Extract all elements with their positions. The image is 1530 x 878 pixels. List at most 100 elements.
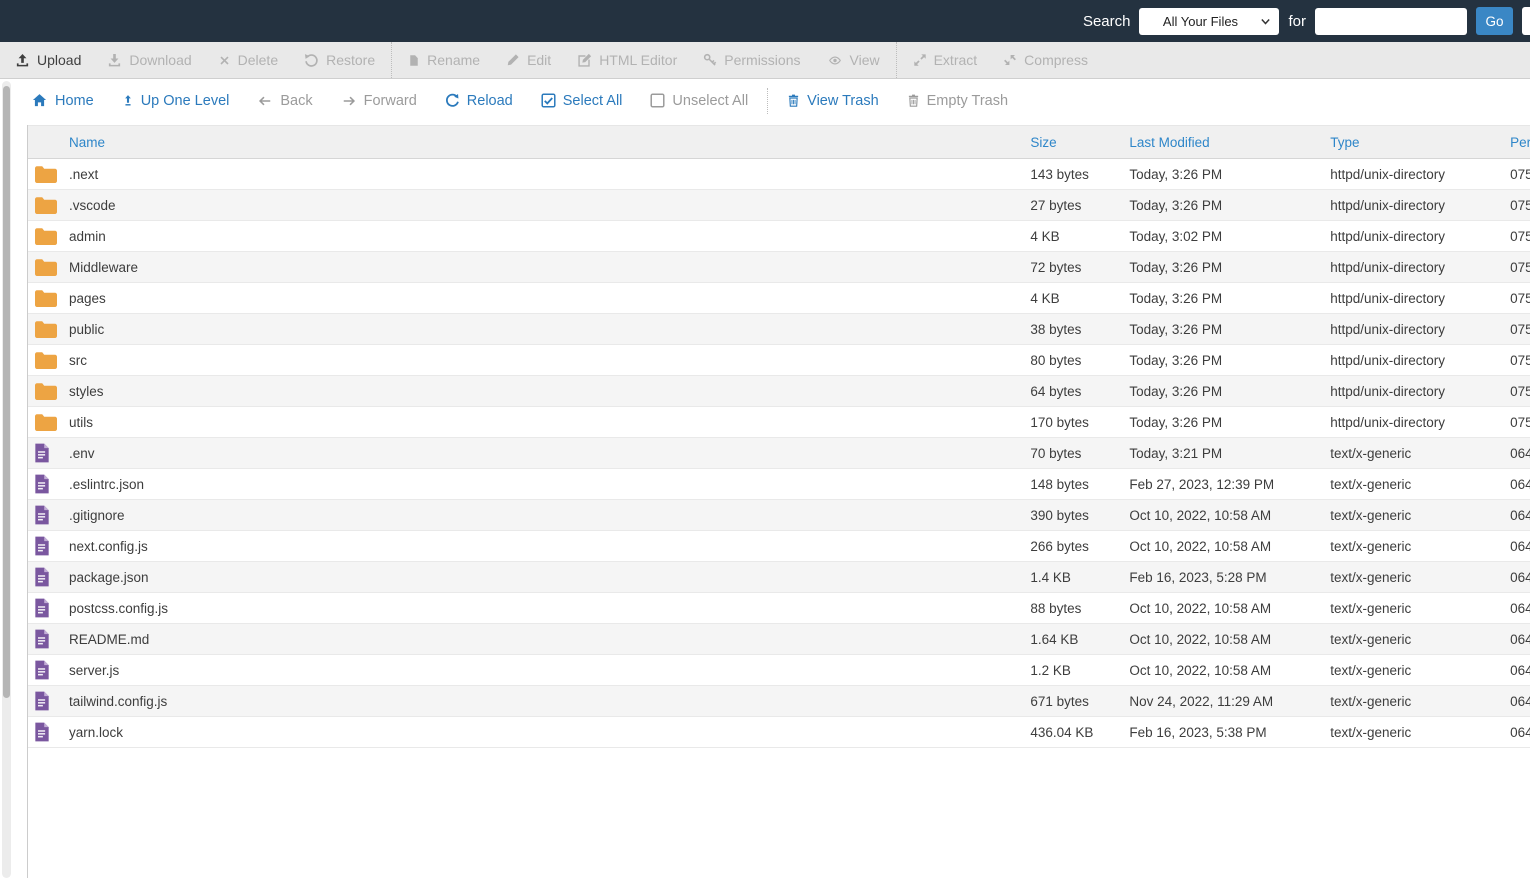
eye-icon <box>827 54 843 67</box>
sort-header-size[interactable]: Size <box>1030 135 1056 150</box>
nav-button-select-all[interactable]: Select All <box>527 93 637 109</box>
table-row[interactable]: tailwind.config.js 671 bytes Nov 24, 2022,… <box>28 686 1530 717</box>
table-row[interactable]: admin 4 KB Today, 3:02 PM httpd/unix-direct… <box>28 221 1530 252</box>
file-size: 80 bytes <box>1030 352 1082 368</box>
arrow-right-icon <box>341 94 357 108</box>
sort-header-type[interactable]: Type <box>1330 135 1359 150</box>
nav-button-reload[interactable]: Reload <box>431 93 527 109</box>
compress-icon <box>1003 53 1017 67</box>
file-modified: Today, 3:02 PM <box>1129 228 1223 244</box>
file-size: 4 KB <box>1030 290 1060 306</box>
table-row[interactable]: .gitignore 390 bytes Oct 10, 2022, 10:58 A… <box>28 500 1530 531</box>
file-type: text/x-generic <box>1330 662 1412 678</box>
file-type: text/x-generic <box>1330 507 1412 523</box>
nav-button-unselect-all[interactable]: Unselect All <box>636 93 762 109</box>
toolbar-button-restore[interactable]: Restore <box>291 42 388 78</box>
file-permissions: 0755 <box>1510 197 1530 213</box>
file-name: Middleware <box>68 259 139 275</box>
folder-icon <box>34 165 58 184</box>
nav-button-label: Back <box>280 92 313 109</box>
file-permissions: 0644 <box>1510 445 1530 461</box>
toolbar-button-upload[interactable]: Upload <box>2 42 94 78</box>
sort-header-name[interactable]: Name <box>69 135 105 150</box>
file-name: next.config.js <box>68 538 148 554</box>
toolbar-button-download[interactable]: Download <box>94 42 204 78</box>
toolbar-button-label: Permissions <box>724 52 801 68</box>
sort-header-last-modified[interactable]: Last Modified <box>1129 135 1209 150</box>
toolbar-button-edit[interactable]: Edit <box>493 42 564 78</box>
nav-button-label: Unselect All <box>672 92 749 109</box>
toolbar-button-label: Restore <box>326 52 376 68</box>
table-row[interactable]: utils 170 bytes Today, 3:26 PM httpd/unix-d… <box>28 407 1530 438</box>
toolbar-button-label: Upload <box>37 52 82 68</box>
file-type: text/x-generic <box>1330 600 1412 616</box>
nav-button-view-trash[interactable]: View Trash <box>773 93 892 109</box>
file-modified: Nov 24, 2022, 11:29 AM <box>1129 693 1274 709</box>
table-row[interactable]: postcss.config.js 88 bytes Oct 10, 2022, 1… <box>28 593 1530 624</box>
toolbar-button-html-editor[interactable]: HTML Editor <box>564 42 690 78</box>
nav-button-forward[interactable]: Forward <box>327 93 431 109</box>
file-size: 143 bytes <box>1030 166 1089 182</box>
nav-button-back[interactable]: Back <box>243 93 326 109</box>
left-scrollbar-track[interactable] <box>2 81 11 878</box>
file-modified: Feb 27, 2023, 12:39 PM <box>1129 476 1275 492</box>
toolbar-button-delete[interactable]: Delete <box>205 42 291 78</box>
table-row[interactable]: .env 70 bytes Today, 3:21 PM text/x-generic… <box>28 438 1530 469</box>
go-button[interactable]: Go <box>1476 7 1513 35</box>
file-name: .gitignore <box>68 507 125 523</box>
table-row[interactable]: pages 4 KB Today, 3:26 PM httpd/unix-direct… <box>28 283 1530 314</box>
table-row[interactable]: styles 64 bytes Today, 3:26 PM httpd/unix-d… <box>28 376 1530 407</box>
toolbar-button-permissions[interactable]: Permissions <box>690 42 813 78</box>
folder-icon <box>34 196 58 215</box>
file-permissions: 0755 <box>1510 383 1530 399</box>
toolbar-button-rename[interactable]: Rename <box>395 42 493 78</box>
file-size: 64 bytes <box>1030 383 1082 399</box>
table-row[interactable]: next.config.js 266 bytes Oct 10, 2022, 10:… <box>28 531 1530 562</box>
file-name: .eslintrc.json <box>68 476 145 492</box>
file-type: text/x-generic <box>1330 631 1412 647</box>
toolbar-button-extract[interactable]: Extract <box>900 42 991 78</box>
toolbar-button-compress[interactable]: Compress <box>990 42 1101 78</box>
table-row[interactable]: .next 143 bytes Today, 3:26 PM httpd/unix-d… <box>28 159 1530 190</box>
table-row[interactable]: package.json 1.4 KB Feb 16, 2023, 5:28 PM t… <box>28 562 1530 593</box>
nav-button-empty-trash[interactable]: Empty Trash <box>893 93 1022 109</box>
nav-button-label: Empty Trash <box>926 92 1009 109</box>
edit-icon <box>506 53 520 67</box>
file-size: 72 bytes <box>1030 259 1082 275</box>
left-scrollbar-thumb[interactable] <box>3 86 10 698</box>
sort-header-permissions[interactable]: Permissions <box>1510 135 1530 150</box>
nav-button-label: Reload <box>466 92 513 109</box>
table-row[interactable]: README.md 1.64 KB Oct 10, 2022, 10:58 AM te… <box>28 624 1530 655</box>
file-permissions: 0755 <box>1510 321 1530 337</box>
file-icon <box>34 536 50 556</box>
table-row[interactable]: yarn.lock 436.04 KB Feb 16, 2023, 5:38 PM t… <box>28 717 1530 748</box>
file-modified: Oct 10, 2022, 10:58 AM <box>1129 600 1272 616</box>
folder-icon <box>34 258 58 277</box>
toolbar-button-view[interactable]: View <box>814 42 893 78</box>
file-icon <box>34 722 50 742</box>
file-name: src <box>68 352 87 368</box>
file-type: text/x-generic <box>1330 724 1412 740</box>
file-size: 436.04 KB <box>1030 724 1094 740</box>
file-icon <box>34 660 50 680</box>
nav-button-up-one-level[interactable]: Up One Level <box>108 93 244 109</box>
table-row[interactable]: server.js 1.2 KB Oct 10, 2022, 10:58 AM tex… <box>28 655 1530 686</box>
search-scope-select[interactable]: All Your Files <box>1139 7 1280 35</box>
table-row[interactable]: .eslintrc.json 148 bytes Feb 27, 2023, 12:… <box>28 469 1530 500</box>
table-row[interactable]: public 38 bytes Today, 3:26 PM httpd/unix-d… <box>28 314 1530 345</box>
clipped-edge-control <box>1522 7 1530 35</box>
file-permissions: 0755 <box>1510 259 1530 275</box>
table-row[interactable]: Middleware 72 bytes Today, 3:26 PM httpd/un… <box>28 252 1530 283</box>
file-modified: Today, 3:26 PM <box>1129 383 1223 399</box>
file-size: 1.2 KB <box>1030 662 1071 678</box>
file-type: httpd/unix-directory <box>1330 414 1446 430</box>
file-size: 671 bytes <box>1030 693 1089 709</box>
action-toolbar: Upload Download Delete Restore Rename Edit HTM… <box>0 42 1530 79</box>
nav-button-home[interactable]: Home <box>17 93 108 109</box>
restore-icon <box>304 53 319 68</box>
search-input[interactable] <box>1315 7 1467 35</box>
file-name: package.json <box>68 569 149 585</box>
table-row[interactable]: src 80 bytes Today, 3:26 PM httpd/unix-dire… <box>28 345 1530 376</box>
table-header-row: Name Size Last Modified Type Permissions <box>28 125 1530 159</box>
table-row[interactable]: .vscode 27 bytes Today, 3:26 PM httpd/unix-… <box>28 190 1530 221</box>
